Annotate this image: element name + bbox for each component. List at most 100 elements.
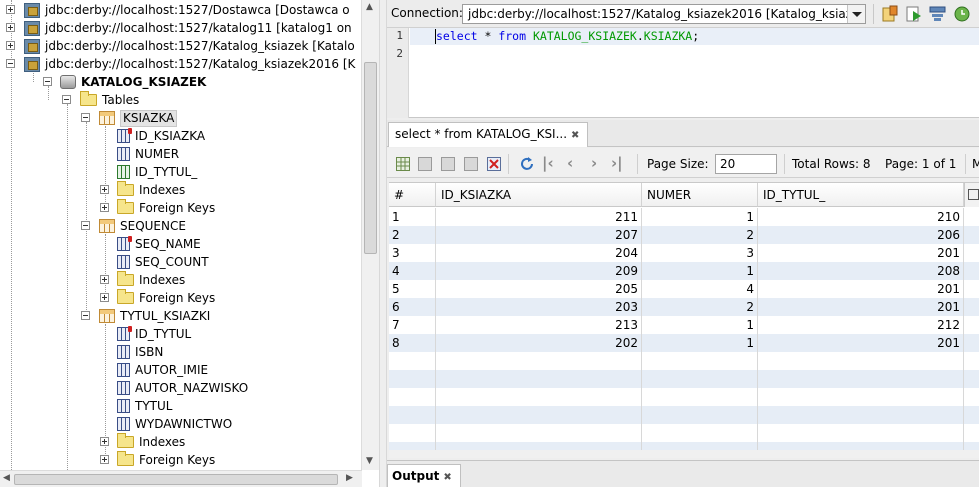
tree-item-column[interactable]: NUMER (117, 145, 179, 163)
collapse-icon[interactable] (62, 95, 71, 104)
sql-code[interactable]: select * from KATALOG_KSIAZEK.KSIAZKA; (436, 29, 699, 44)
table-cell[interactable]: 202 (436, 334, 642, 352)
tree-item-column[interactable]: ID_KSIAZKA (117, 127, 205, 145)
expand-icon[interactable] (6, 5, 15, 14)
expand-icon[interactable] (6, 41, 15, 50)
table-cell[interactable]: 4 (389, 262, 436, 280)
tree-item-column[interactable]: WYDAWNICTWO (117, 415, 232, 433)
scroll-left-icon[interactable]: ◀ (3, 473, 10, 483)
tree-item-column[interactable]: ID_TYTUL (117, 325, 191, 343)
collapse-icon[interactable] (81, 311, 90, 320)
tree-item-indexes[interactable]: Indexes (100, 271, 185, 289)
column-header-id-tytul[interactable]: ID_TYTUL_ (758, 183, 964, 207)
tree-item-column[interactable]: AUTOR_IMIE (117, 361, 208, 379)
table-cell[interactable]: 2 (642, 298, 758, 316)
grid-horizontal-scrollbar[interactable] (389, 450, 979, 458)
panel-splitter[interactable] (379, 0, 387, 487)
collapse-icon[interactable] (43, 77, 52, 86)
expand-icon[interactable] (100, 185, 109, 194)
tree-item-column[interactable]: SEQ_COUNT (117, 253, 209, 271)
table-cell[interactable]: 213 (436, 316, 642, 334)
tree-item-column[interactable]: AUTOR_NAZWISKO (117, 379, 248, 397)
table-row[interactable]: 1 211 1 210 (389, 208, 979, 226)
expand-icon[interactable] (6, 23, 15, 32)
table-cell[interactable]: 1 (389, 208, 436, 226)
table-cell[interactable]: 207 (436, 226, 642, 244)
tree-item-connection[interactable]: jdbc:derby://localhost:1527/Dostawca [Do… (6, 1, 350, 19)
table-cell[interactable]: 1 (642, 316, 758, 334)
collapse-icon[interactable] (81, 113, 90, 122)
run-statement-icon[interactable] (905, 5, 923, 23)
table-cell[interactable]: 6 (389, 298, 436, 316)
refresh-icon[interactable] (520, 157, 534, 171)
table-cell[interactable]: 3 (642, 244, 758, 262)
column-header-row-number[interactable]: # (389, 183, 436, 207)
commit-icon[interactable] (441, 157, 455, 171)
table-cell[interactable]: 2 (642, 226, 758, 244)
tree-vertical-scrollbar[interactable]: ▲ ▼ (361, 0, 379, 470)
table-cell[interactable]: 201 (758, 244, 964, 262)
execute-icon[interactable] (929, 5, 947, 23)
next-page-icon[interactable]: › (591, 154, 597, 172)
table-cell[interactable]: 3 (389, 244, 436, 262)
table-row[interactable]: 8 202 1 201 (389, 334, 979, 352)
chevron-down-icon[interactable] (847, 5, 865, 23)
collapse-icon[interactable] (6, 59, 15, 68)
tree-item-indexes[interactable]: Indexes (100, 181, 185, 199)
tree-item-table-ksiazka[interactable]: KSIAZKA (81, 109, 178, 127)
previous-page-icon[interactable]: ‹ (567, 154, 573, 172)
tree-item-foreign-keys[interactable]: Foreign Keys (100, 451, 215, 469)
table-row[interactable]: 4 209 1 208 (389, 262, 979, 280)
table-row[interactable]: 5 205 4 201 (389, 280, 979, 298)
scrollbar-thumb[interactable] (14, 474, 338, 485)
table-cell[interactable]: 5 (389, 280, 436, 298)
table-cell[interactable]: 212 (758, 316, 964, 334)
tree-item-column[interactable]: TYTUL (117, 397, 172, 415)
cancel-edits-icon[interactable] (464, 157, 478, 171)
tree-item-column[interactable]: ISBN (117, 343, 163, 361)
table-cell[interactable]: 210 (758, 208, 964, 226)
tree-item-table-sequence[interactable]: SEQUENCE (81, 217, 186, 235)
expand-icon[interactable] (100, 437, 109, 446)
history-icon[interactable] (953, 5, 971, 23)
table-row[interactable]: 2 207 2 206 (389, 226, 979, 244)
run-sql-icon[interactable] (881, 5, 899, 23)
scroll-right-icon[interactable]: ▶ (346, 473, 353, 483)
tab-query-result[interactable]: select * from KATALOG_KSI... ✖ (388, 122, 589, 147)
table-cell[interactable]: 208 (758, 262, 964, 280)
tree-item-foreign-keys[interactable]: Foreign Keys (100, 289, 215, 307)
close-icon[interactable]: ✖ (571, 130, 579, 141)
table-cell[interactable]: 205 (436, 280, 642, 298)
table-cell[interactable]: 211 (436, 208, 642, 226)
table-cell[interactable]: 8 (389, 334, 436, 352)
tab-output[interactable]: Output ✖ (387, 464, 461, 487)
expand-icon[interactable] (100, 455, 109, 464)
page-size-input[interactable] (715, 154, 777, 174)
scroll-up-icon[interactable]: ▲ (366, 2, 373, 12)
table-cell[interactable]: 206 (758, 226, 964, 244)
truncate-table-icon[interactable] (487, 157, 501, 171)
table-cell[interactable]: 201 (758, 334, 964, 352)
column-header-id-ksiazka[interactable]: ID_KSIAZKA (436, 183, 642, 207)
table-row[interactable]: 3 204 3 201 (389, 244, 979, 262)
last-page-icon[interactable]: ›| (611, 154, 623, 172)
table-cell[interactable]: 7 (389, 316, 436, 334)
table-cell[interactable]: 1 (642, 262, 758, 280)
connection-select[interactable]: jdbc:derby://localhost:1527/Katalog_ksia… (462, 4, 866, 24)
tree-item-tables-folder[interactable]: Tables (62, 91, 139, 109)
table-cell[interactable]: 201 (758, 280, 964, 298)
tree-item-column[interactable]: SEQ_NAME (117, 235, 201, 253)
table-cell[interactable]: 1 (642, 208, 758, 226)
insert-record-icon[interactable] (396, 157, 410, 171)
table-cell[interactable]: 204 (436, 244, 642, 262)
column-chooser-icon[interactable] (964, 183, 979, 207)
table-row[interactable]: 7 213 1 212 (389, 316, 979, 334)
tree-item-foreign-keys[interactable]: Foreign Keys (100, 199, 215, 217)
tree-item-connection[interactable]: jdbc:derby://localhost:1527/Katalog_ksia… (6, 55, 355, 73)
table-cell[interactable]: 201 (758, 298, 964, 316)
table-cell[interactable]: 2 (389, 226, 436, 244)
tree-item-table-tytul-ksiazki[interactable]: TYTUL_KSIAZKI (81, 307, 210, 325)
collapse-icon[interactable] (81, 221, 90, 230)
tree-item-connection[interactable]: jdbc:derby://localhost:1527/katalog11 [k… (6, 19, 352, 37)
scrollbar-thumb[interactable] (364, 62, 377, 254)
